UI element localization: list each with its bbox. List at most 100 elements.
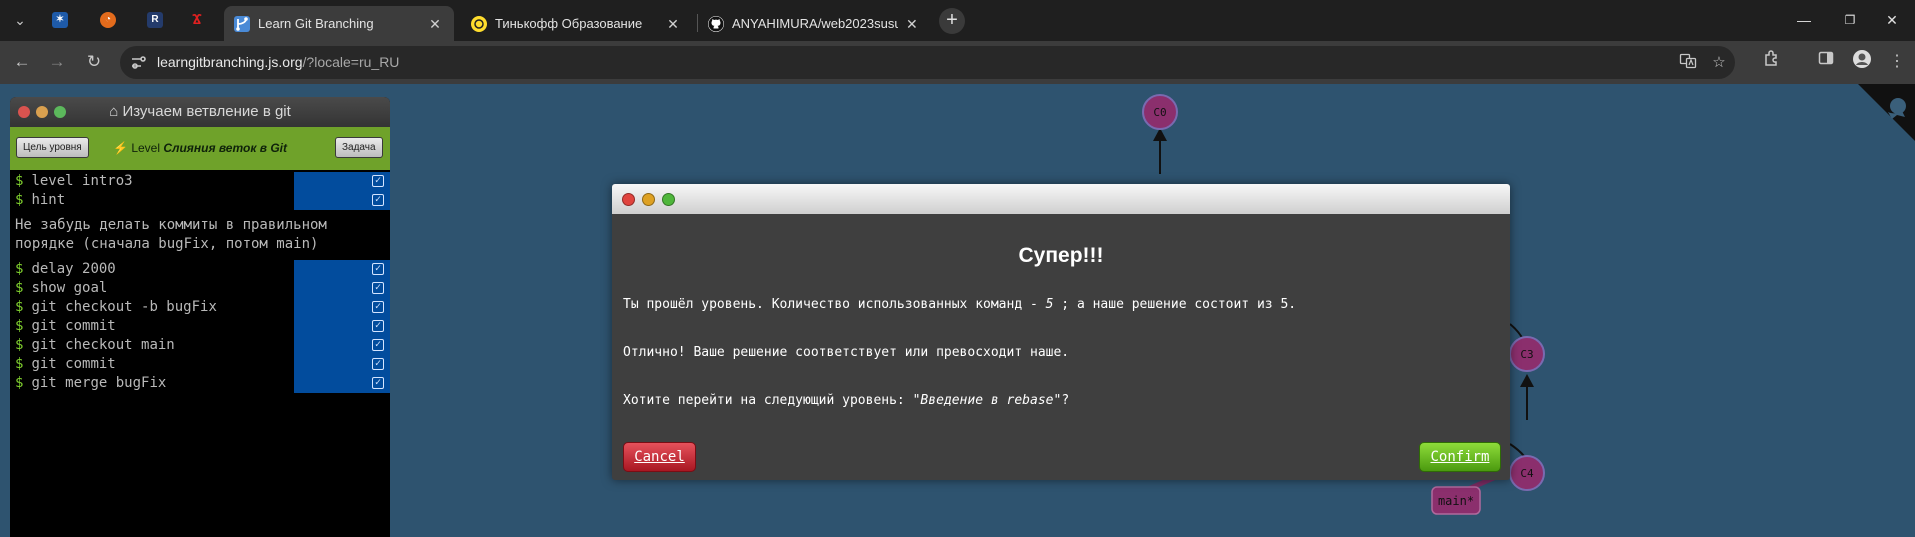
commit-label: C0 bbox=[1153, 106, 1166, 119]
commit-label: C3 bbox=[1520, 348, 1533, 361]
profile-avatar-icon[interactable] bbox=[1849, 49, 1875, 75]
branch-name: main* bbox=[1438, 494, 1474, 508]
prompt-dollar: $ bbox=[15, 356, 24, 372]
prompt-dollar: $ bbox=[15, 375, 24, 391]
status-cell: ✓ bbox=[294, 317, 390, 336]
commands-suffix: ; а наше решение состоит из 5. bbox=[1053, 297, 1297, 312]
level-goal-button[interactable]: Цель уровня bbox=[16, 137, 89, 158]
bookmark-star-icon[interactable]: ☆ bbox=[1708, 52, 1730, 74]
command-row: $ git checkout -b bugFix ✓ bbox=[10, 298, 390, 317]
window-close-icon[interactable]: ✕ bbox=[1869, 0, 1915, 41]
edge-arrow-c3 bbox=[1520, 374, 1534, 387]
confirm-button[interactable]: Confirm bbox=[1419, 442, 1501, 472]
tab-title: Learn Git Branching bbox=[258, 16, 374, 31]
status-cell: ✓ bbox=[294, 298, 390, 317]
terminal-title: Изучаем ветвление в git bbox=[122, 103, 291, 120]
status-cell: ✓ bbox=[294, 374, 390, 393]
minimize-icon[interactable]: — bbox=[1781, 0, 1827, 41]
new-tab-button[interactable]: + bbox=[939, 8, 965, 34]
level-complete-dialog: Супер!!! Ты прошёл уровень. Количество и… bbox=[612, 184, 1510, 480]
dialog-text-result: Отлично! Ваше решение соответствует или … bbox=[623, 345, 1070, 360]
branch-label-main[interactable]: main* bbox=[1431, 486, 1481, 515]
check-icon: ✓ bbox=[372, 282, 384, 294]
check-icon: ✓ bbox=[372, 301, 384, 313]
hint-text: Не забудь делать коммиты в правильном по… bbox=[15, 217, 327, 252]
forward-arrow-icon[interactable]: → bbox=[43, 48, 71, 76]
url-text[interactable]: learngitbranching.js.org/?locale=ru_RU bbox=[157, 54, 399, 70]
prompt-dollar: $ bbox=[15, 318, 24, 334]
commands-prefix: Ты прошёл уровень. Количество использова… bbox=[623, 297, 1046, 312]
maximize-dot-icon[interactable] bbox=[54, 106, 66, 118]
command-text: git commit bbox=[31, 356, 116, 372]
check-icon: ✓ bbox=[372, 263, 384, 275]
prompt-dollar: $ bbox=[15, 192, 24, 208]
terminal-window-dots bbox=[18, 106, 66, 118]
tab-close-icon[interactable]: ✕ bbox=[664, 15, 682, 33]
tab-search-chevron-icon[interactable]: ⌄ bbox=[8, 8, 32, 32]
minimize-dot-icon[interactable] bbox=[36, 106, 48, 118]
command-text: git checkout -b bugFix bbox=[31, 299, 217, 315]
minimize-dot-icon[interactable] bbox=[642, 193, 655, 206]
tab-title: Тинькофф Образование bbox=[495, 16, 643, 31]
check-icon: ✓ bbox=[372, 175, 384, 187]
tab-strip: ⌄ ✶ ◔ R Ϫ Learn Git Branching ✕ Тинькофф… bbox=[0, 0, 1915, 41]
close-dot-icon[interactable] bbox=[18, 106, 30, 118]
tab-learn-git-branching[interactable]: Learn Git Branching ✕ bbox=[224, 6, 454, 41]
command-row: $ hint ✓ bbox=[10, 191, 390, 210]
command-row: $ git checkout main ✓ bbox=[10, 336, 390, 355]
pinned-tab-star-icon: ✶ bbox=[52, 12, 68, 28]
translate-icon[interactable] bbox=[1677, 52, 1699, 74]
check-icon: ✓ bbox=[372, 320, 384, 332]
restore-icon[interactable]: ❐ bbox=[1827, 0, 1873, 41]
tab-github[interactable]: ANYAHIMURA/web2023susu30 ✕ bbox=[698, 6, 930, 41]
prompt-dollar: $ bbox=[15, 299, 24, 315]
reload-icon[interactable]: ↻ bbox=[80, 48, 108, 76]
status-cell: ✓ bbox=[294, 191, 390, 210]
back-arrow-icon[interactable]: ← bbox=[8, 48, 36, 76]
page-content: C0 C3 C4 main* ⌂ Изучаем ветвление в git… bbox=[0, 84, 1915, 537]
github-favicon-icon bbox=[708, 15, 724, 32]
address-bar[interactable]: learngitbranching.js.org/?locale=ru_RU ☆ bbox=[120, 46, 1735, 79]
pinned-tab-2[interactable]: ◔ bbox=[94, 8, 122, 32]
prompt-dollar: $ bbox=[15, 337, 24, 353]
level-label: ⚡ Level Слияния веток в Git bbox=[110, 127, 290, 170]
dialog-text-commands: Ты прошёл уровень. Количество использова… bbox=[623, 297, 1296, 312]
octocat-corner-icon[interactable] bbox=[1858, 84, 1915, 141]
dialog-titlebar bbox=[612, 184, 1510, 214]
command-row: $ git commit ✓ bbox=[10, 317, 390, 336]
command-text: delay 2000 bbox=[31, 261, 116, 277]
commit-node-c0[interactable]: C0 bbox=[1142, 94, 1178, 130]
command-text: level intro3 bbox=[31, 173, 133, 189]
terminal-titlebar: ⌂ Изучаем ветвление в git bbox=[10, 97, 390, 127]
site-info-icon[interactable] bbox=[130, 54, 147, 71]
browser-menu-icon[interactable]: ⋮ bbox=[1884, 49, 1910, 75]
commit-node-c4[interactable]: C4 bbox=[1509, 455, 1545, 491]
pinned-tab-1[interactable]: ✶ bbox=[46, 8, 74, 32]
level-prefix: Level bbox=[131, 141, 160, 155]
task-button[interactable]: Задача bbox=[335, 137, 383, 158]
tab-tinkoff[interactable]: Тинькофф Образование ✕ bbox=[461, 6, 692, 41]
maximize-dot-icon[interactable] bbox=[662, 193, 675, 206]
commit-node-c3[interactable]: C3 bbox=[1509, 336, 1545, 372]
commit-label: C4 bbox=[1520, 467, 1534, 480]
cancel-button[interactable]: Cancel bbox=[623, 442, 696, 472]
browser-toolbar: ← → ↻ learngitbranching.js.org/?locale=r… bbox=[0, 41, 1915, 84]
command-terminal: ⌂ Изучаем ветвление в git Цель уровня ⚡ … bbox=[10, 97, 390, 537]
git-branching-favicon-icon bbox=[234, 15, 250, 32]
pinned-tab-red-icon: Ϫ bbox=[192, 11, 202, 28]
next-suffix: ? bbox=[1061, 393, 1070, 408]
command-row: $ level intro3 ✓ bbox=[10, 172, 390, 191]
side-panel-icon[interactable] bbox=[1813, 49, 1839, 75]
status-cell: ✓ bbox=[294, 172, 390, 191]
pinned-tab-4[interactable]: Ϫ bbox=[183, 8, 211, 32]
terminal-body: $ level intro3 ✓ $ hint ✓ Не забудь делать к… bbox=[10, 170, 390, 393]
extensions-puzzle-icon[interactable] bbox=[1759, 49, 1785, 75]
tab-title: ANYAHIMURA/web2023susu30 bbox=[732, 16, 898, 31]
pinned-tab-3[interactable]: R bbox=[141, 8, 169, 32]
check-icon: ✓ bbox=[372, 194, 384, 206]
tab-close-icon[interactable]: ✕ bbox=[904, 15, 920, 33]
close-dot-icon[interactable] bbox=[622, 193, 635, 206]
command-text: git commit bbox=[31, 318, 116, 334]
command-row: $ git merge bugFix ✓ bbox=[10, 374, 390, 393]
tab-close-icon[interactable]: ✕ bbox=[426, 15, 444, 33]
